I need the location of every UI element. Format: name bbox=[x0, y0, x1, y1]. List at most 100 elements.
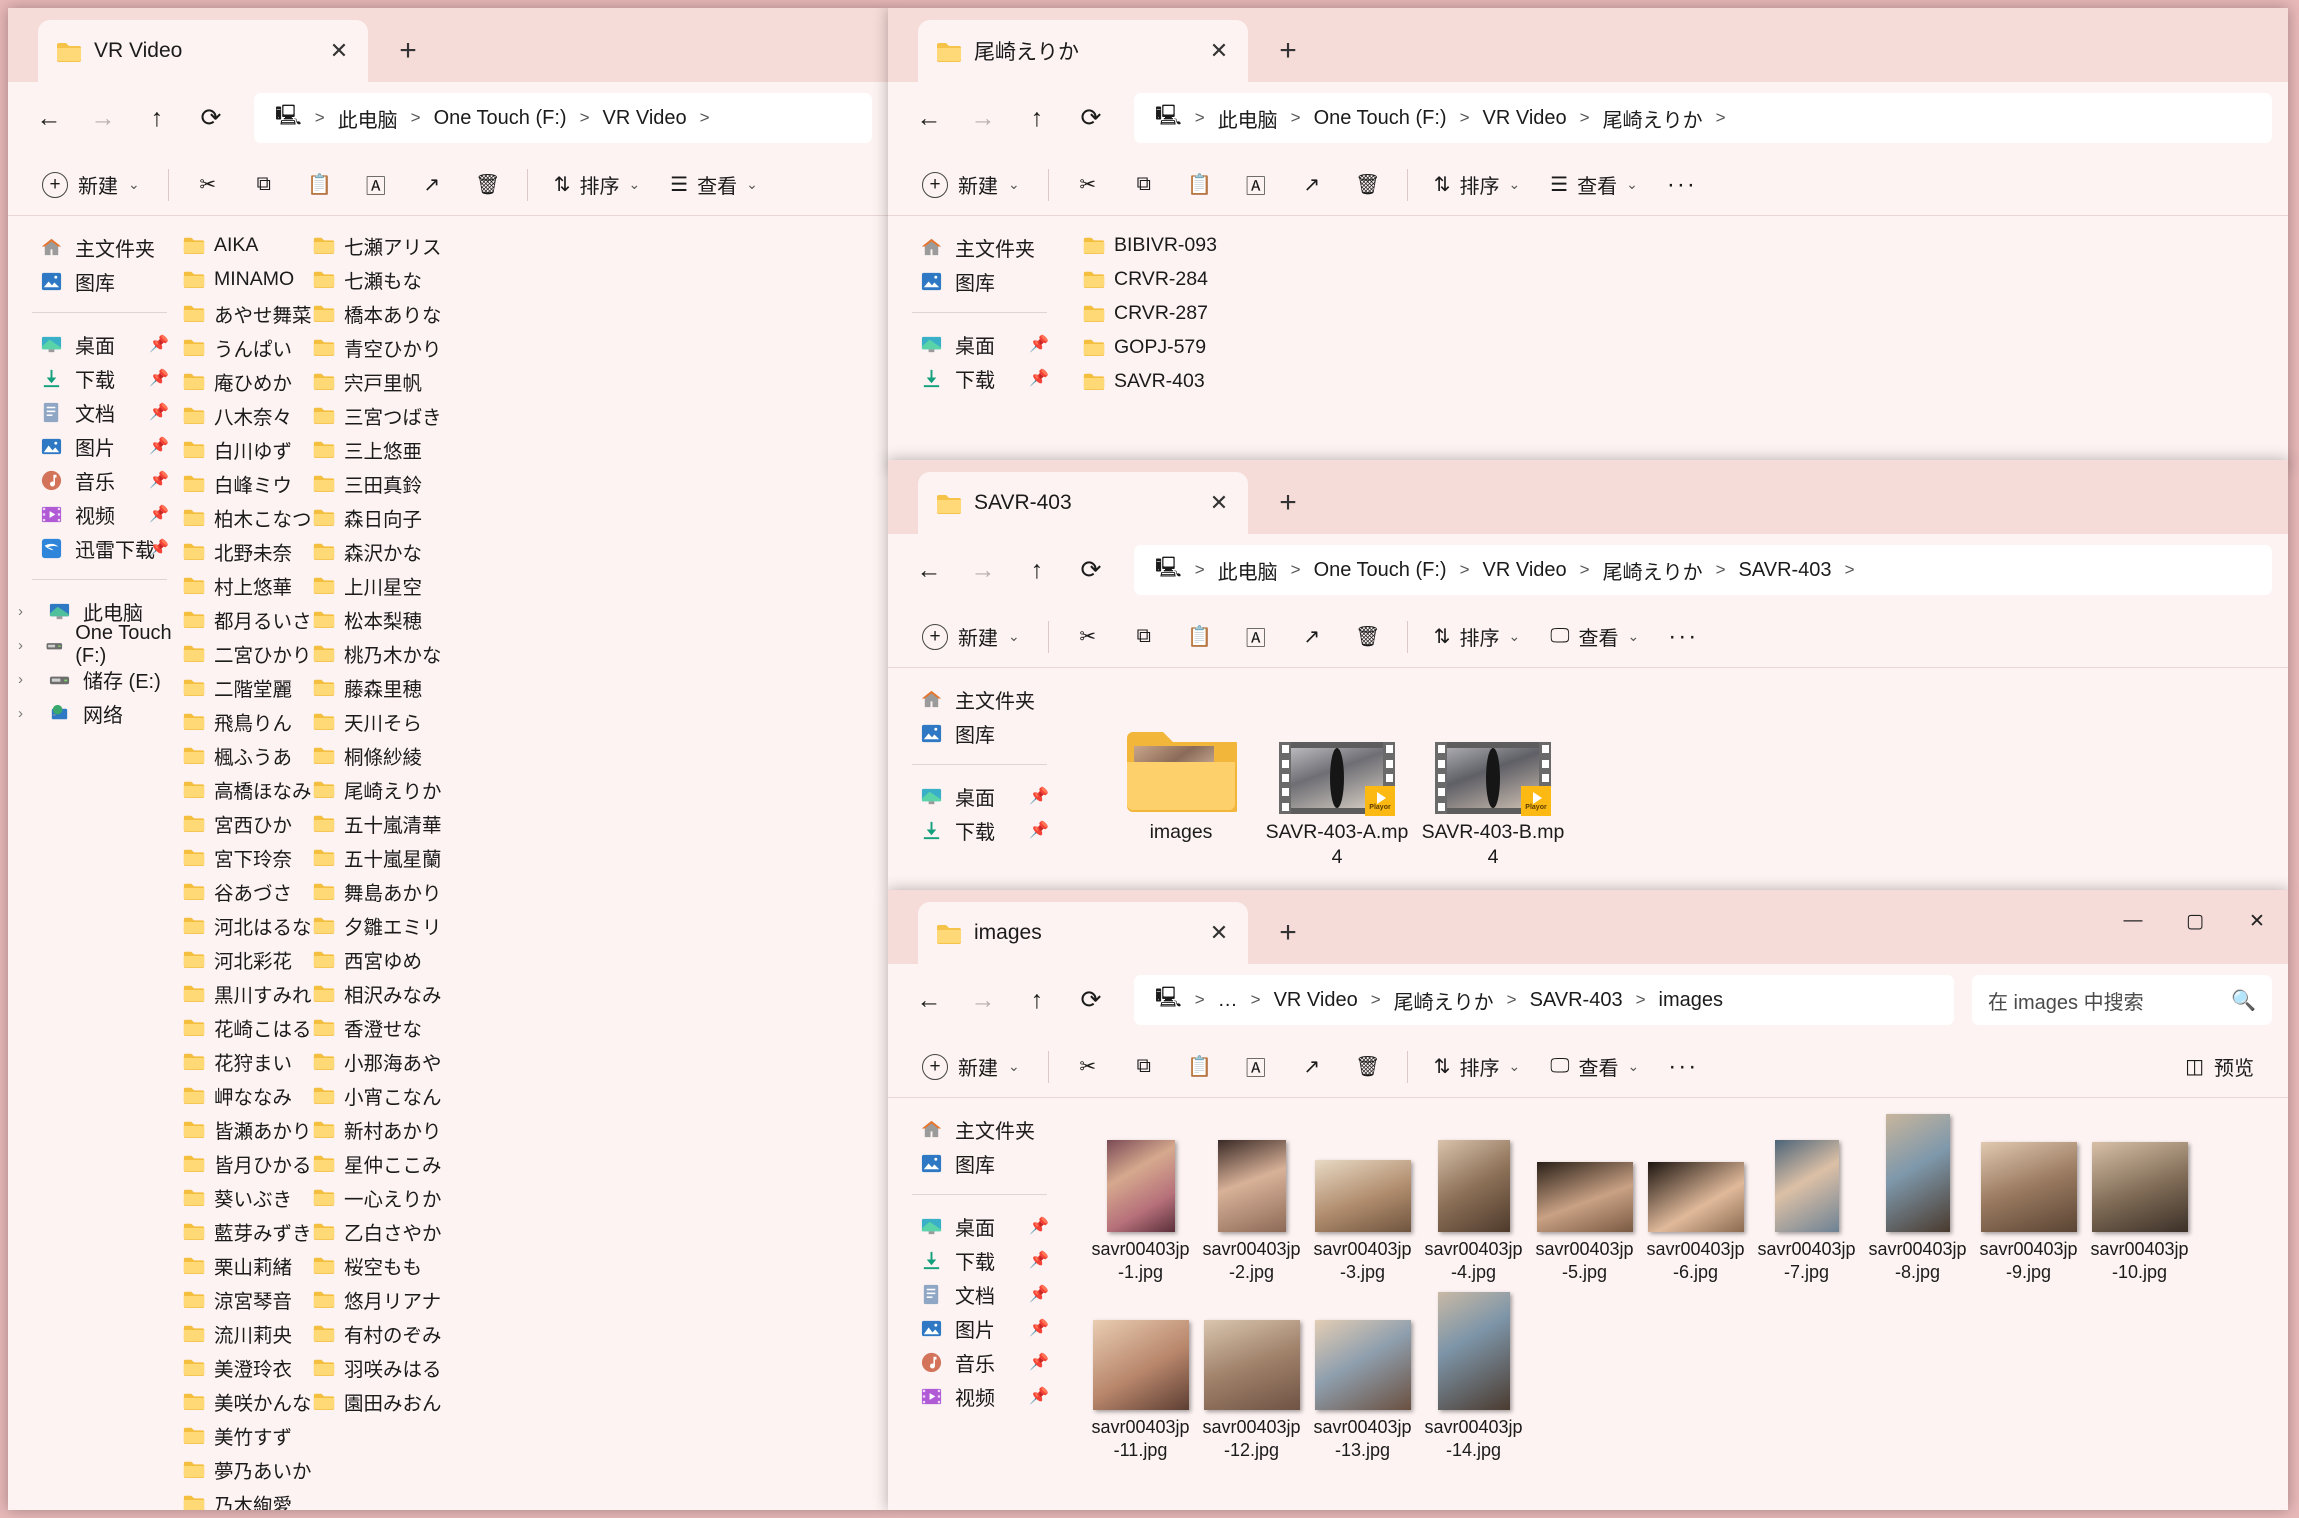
pin-icon[interactable]: 📌 bbox=[149, 368, 169, 388]
folder-item[interactable]: AIKA bbox=[183, 228, 313, 262]
file-area[interactable]: BIBIVR-093 CRVR-284 CRVR-287 GOPJ-579 SAVR-4… bbox=[1063, 216, 2288, 468]
pin-icon[interactable]: 📌 bbox=[1029, 334, 1049, 354]
folder-item[interactable]: 河北はるな bbox=[183, 908, 313, 942]
folder-item[interactable]: 美咲かんな bbox=[183, 1384, 313, 1418]
breadcrumb-3[interactable]: 尾崎えりか bbox=[1594, 556, 1712, 585]
sidebar-item-2[interactable]: 桌面 📌 bbox=[888, 779, 1063, 813]
cut-icon[interactable]: ✂ bbox=[183, 162, 233, 208]
pc-icon[interactable]: 🖳 bbox=[1146, 983, 1191, 1017]
file-item[interactable]: savr00403jp-10.jpg bbox=[2084, 1124, 2195, 1284]
folder-item[interactable]: 藍芽みずき bbox=[183, 1214, 313, 1248]
up-icon[interactable]: ↑ bbox=[1012, 975, 1062, 1025]
folder-item[interactable]: 宍戸里帆 bbox=[313, 364, 443, 398]
sidebar-item-2[interactable]: 桌面 📌 bbox=[888, 327, 1063, 361]
new-button[interactable]: + 新建 ⌄ bbox=[28, 162, 154, 208]
address-bar[interactable]: 🖳 > 此电脑 > One Touch (F:) > VR Video > bbox=[254, 93, 872, 143]
folder-item[interactable]: 桐條紗綾 bbox=[313, 738, 443, 772]
new-tab-button[interactable]: + bbox=[1266, 29, 1310, 73]
pin-icon[interactable]: 📌 bbox=[1029, 368, 1049, 388]
folder-item[interactable]: 橋本ありな bbox=[313, 296, 443, 330]
more-options-icon[interactable]: ··· bbox=[1657, 1044, 1709, 1090]
video-item[interactable]: Playor SAVR-403-B.mp4 bbox=[1415, 694, 1571, 870]
folder-item[interactable]: 西宮ゆめ bbox=[313, 942, 443, 976]
folder-item[interactable]: 森日向子 bbox=[313, 500, 443, 534]
pc-icon[interactable]: 🖳 bbox=[266, 101, 311, 135]
up-icon[interactable]: ↑ bbox=[1012, 93, 1062, 143]
cut-icon[interactable]: ✂ bbox=[1063, 614, 1113, 660]
breadcrumb-0[interactable]: 此电脑 bbox=[329, 104, 407, 133]
folder-item[interactable]: 乃木絢愛 bbox=[183, 1486, 313, 1510]
view-button[interactable]: ☰ 查看 ⌄ bbox=[658, 162, 770, 208]
folder-item[interactable]: 庵ひめか bbox=[183, 364, 313, 398]
folder-item[interactable]: 三田真鈴 bbox=[313, 466, 443, 500]
video-item[interactable]: Playor SAVR-403-A.mp4 bbox=[1259, 694, 1415, 870]
folder-item[interactable]: 皆瀬あかり bbox=[183, 1112, 313, 1146]
folder-item[interactable]: うんぱい bbox=[183, 330, 313, 364]
breadcrumb-2[interactable]: 尾崎えりか bbox=[1385, 986, 1503, 1015]
maximize-icon[interactable]: ▢ bbox=[2164, 890, 2226, 952]
breadcrumb-1[interactable]: One Touch (F:) bbox=[1305, 559, 1456, 582]
folder-item[interactable]: 都月るいさ bbox=[183, 602, 313, 636]
file-area[interactable]: savr00403jp-1.jpg savr00403jp-2.jpg savr00… bbox=[1063, 1098, 2288, 1510]
sidebar-item-0[interactable]: 主文件夹 bbox=[888, 1112, 1063, 1146]
breadcrumb-1[interactable]: One Touch (F:) bbox=[425, 107, 576, 130]
folder-item[interactable]: 七瀬アリス bbox=[313, 228, 443, 262]
breadcrumb-2[interactable]: VR Video bbox=[594, 107, 696, 130]
rename-icon[interactable]: 🄰 bbox=[1231, 1044, 1281, 1090]
paste-icon[interactable]: 📋 bbox=[295, 162, 345, 208]
up-icon[interactable]: ↑ bbox=[1012, 545, 1062, 595]
sidebar-item-10[interactable]: › One Touch (F:) bbox=[8, 622, 183, 667]
pin-icon[interactable]: 📌 bbox=[1029, 1216, 1049, 1236]
sidebar-item-0[interactable]: 主文件夹 bbox=[8, 230, 183, 264]
sidebar-item-2[interactable]: 桌面 📌 bbox=[8, 327, 183, 361]
window-savr403[interactable]: SAVR-403 ✕ + ← → ↑ ⟳ 🖳 > 此电脑 > One Touch… bbox=[888, 460, 2288, 890]
sidebar-item-1[interactable]: 图库 bbox=[888, 264, 1063, 298]
folder-item[interactable]: 高橋ほなみ bbox=[183, 772, 313, 806]
address-bar[interactable]: 🖳 > 此电脑 > One Touch (F:) > VR Video > 尾崎… bbox=[1134, 545, 2272, 595]
folder-item[interactable]: 夕雛エミリ bbox=[313, 908, 443, 942]
folder-item[interactable]: 天川そら bbox=[313, 704, 443, 738]
folder-item[interactable]: SAVR-403 bbox=[1083, 364, 1383, 398]
close-icon[interactable]: ✕ bbox=[2226, 890, 2288, 952]
pin-icon[interactable]: 📌 bbox=[149, 470, 169, 490]
pin-icon[interactable]: 📌 bbox=[1029, 1318, 1049, 1338]
pin-icon[interactable]: 📌 bbox=[149, 402, 169, 422]
window-images[interactable]: images ✕ + — ▢ ✕ ← → ↑ ⟳ 🖳 > … > VR Vide… bbox=[888, 890, 2288, 1510]
preview-button[interactable]: ◫ 预览 bbox=[2171, 1044, 2268, 1090]
file-item[interactable]: savr00403jp-8.jpg bbox=[1862, 1114, 1973, 1284]
file-item[interactable]: savr00403jp-2.jpg bbox=[1196, 1124, 1307, 1284]
sort-button[interactable]: ⇅ 排序 ⌄ bbox=[542, 162, 653, 208]
sidebar-item-7[interactable]: 视频 📌 bbox=[888, 1379, 1063, 1413]
rename-icon[interactable]: 🄰 bbox=[351, 162, 401, 208]
file-item[interactable]: savr00403jp-14.jpg bbox=[1418, 1292, 1529, 1462]
folder-item[interactable]: 北野未奈 bbox=[183, 534, 313, 568]
folder-item[interactable]: 森沢かな bbox=[313, 534, 443, 568]
address-bar[interactable]: 🖳 > 此电脑 > One Touch (F:) > VR Video > 尾崎… bbox=[1134, 93, 2272, 143]
sort-button[interactable]: ⇅ 排序 ⌄ bbox=[1422, 162, 1533, 208]
folder-item[interactable]: 舞島あかり bbox=[313, 874, 443, 908]
sidebar-item-1[interactable]: 图库 bbox=[888, 716, 1063, 750]
file-area[interactable]: AIKA MINAMO あやせ舞菜 うんぱい 庵ひめか 八木奈々 白川ゆず 白峰ミウ 柏木こなつ… bbox=[183, 216, 888, 1510]
folder-item[interactable]: 五十嵐星蘭 bbox=[313, 840, 443, 874]
sidebar-item-5[interactable]: 图片 📌 bbox=[888, 1311, 1063, 1345]
folder-item[interactable]: 新村あかり bbox=[313, 1112, 443, 1146]
pin-icon[interactable]: 📌 bbox=[1029, 786, 1049, 806]
breadcrumb-0[interactable]: … bbox=[1209, 989, 1247, 1012]
delete-icon[interactable]: 🗑 bbox=[463, 162, 513, 208]
sort-button[interactable]: ⇅ 排序 ⌄ bbox=[1422, 1044, 1533, 1090]
back-icon[interactable]: ← bbox=[904, 93, 954, 143]
close-icon[interactable]: ✕ bbox=[1204, 36, 1234, 66]
folder-item[interactable]: 園田みおん bbox=[313, 1384, 443, 1418]
folder-item[interactable]: 栗山莉緒 bbox=[183, 1248, 313, 1282]
folder-item[interactable]: 柏木こなつ bbox=[183, 500, 313, 534]
folder-item[interactable]: 皆月ひかる bbox=[183, 1146, 313, 1180]
folder-item[interactable]: 乙白さやか bbox=[313, 1214, 443, 1248]
breadcrumb-4[interactable]: images bbox=[1650, 989, 1732, 1012]
chevron-right-icon[interactable]: › bbox=[18, 637, 33, 654]
up-icon[interactable]: ↑ bbox=[132, 93, 182, 143]
breadcrumb-1[interactable]: VR Video bbox=[1265, 989, 1367, 1012]
file-item[interactable]: savr00403jp-13.jpg bbox=[1307, 1302, 1418, 1462]
pin-icon[interactable]: 📌 bbox=[149, 538, 169, 558]
folder-item[interactable]: 白峰ミウ bbox=[183, 466, 313, 500]
folder-item[interactable]: 桃乃木かな bbox=[313, 636, 443, 670]
